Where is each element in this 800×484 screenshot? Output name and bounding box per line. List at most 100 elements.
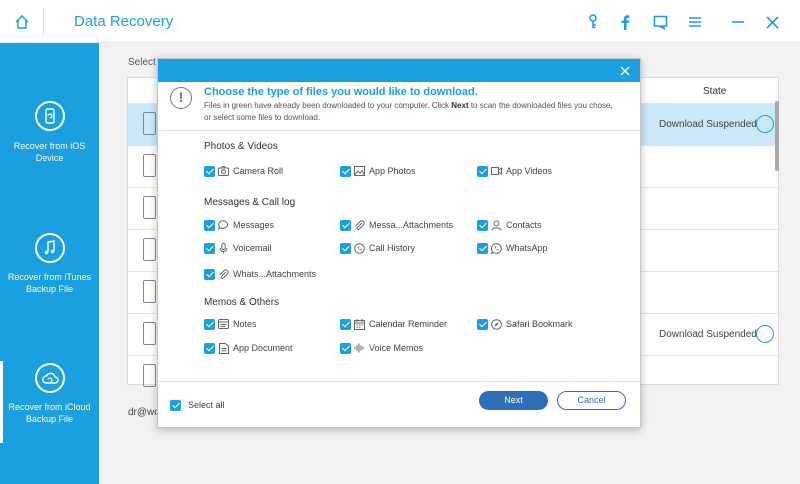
sidebar-item-ios-device[interactable]: Recover from iOS Device xyxy=(0,91,99,211)
option-notes[interactable]: Notes xyxy=(204,317,257,331)
video-icon xyxy=(491,166,502,177)
device-icon xyxy=(143,238,156,261)
checkbox[interactable] xyxy=(204,242,215,254)
compass-icon xyxy=(491,318,502,330)
cancel-button[interactable]: Cancel xyxy=(557,391,626,410)
option-label: Contacts xyxy=(506,220,542,230)
paperclip-icon xyxy=(354,219,365,231)
table-scrollbar[interactable] xyxy=(775,101,779,171)
device-icon xyxy=(143,196,156,219)
option-app-photos[interactable]: App Photos xyxy=(340,164,416,178)
row-state: Download Suspended xyxy=(659,329,757,340)
phone-icon xyxy=(354,242,365,254)
checkbox[interactable] xyxy=(340,242,351,254)
key-icon xyxy=(589,14,597,29)
option-label: Calendar Reminder xyxy=(369,319,448,329)
delete-icon[interactable] xyxy=(756,325,774,343)
contact-icon xyxy=(491,220,502,231)
desc-text: Files in green have already been downloa… xyxy=(204,101,452,110)
delete-icon[interactable] xyxy=(756,115,774,133)
minimize-button[interactable] xyxy=(724,8,752,36)
option-label: Notes xyxy=(233,319,257,329)
menu-icon xyxy=(689,17,701,27)
next-button[interactable]: Next xyxy=(479,391,548,410)
option-whatsapp[interactable]: WhatsApp xyxy=(477,241,548,255)
cloud-icon xyxy=(35,363,65,393)
sidebar-item-icloud-backup[interactable]: Recover from iCloud Backup File xyxy=(0,361,99,481)
menu-button[interactable] xyxy=(681,8,709,36)
select-all-checkbox[interactable]: Select all xyxy=(170,398,225,412)
row-state: Download Suspended xyxy=(659,119,757,130)
sidebar: Recover from iOS Device Recover from iTu… xyxy=(0,43,99,484)
sidebar-item-label: Recover from iOS Device xyxy=(13,141,86,163)
option-voice-memos[interactable]: Voice Memos xyxy=(340,341,423,355)
option-label: Messages xyxy=(233,220,275,230)
checkbox[interactable] xyxy=(477,242,488,254)
option-app-videos[interactable]: App Videos xyxy=(477,164,552,178)
account-email: dr@wo xyxy=(128,407,160,418)
close-icon xyxy=(765,15,779,29)
home-icon xyxy=(14,14,29,29)
close-button[interactable] xyxy=(758,8,786,36)
option-calendar-reminder[interactable]: Calendar Reminder xyxy=(340,317,447,331)
minimize-icon xyxy=(732,21,744,23)
checkbox[interactable] xyxy=(340,219,351,231)
checkbox[interactable] xyxy=(340,342,351,354)
option-call-history[interactable]: Call History xyxy=(340,241,415,255)
dialog-close-button[interactable] xyxy=(616,62,633,79)
device-icon xyxy=(143,112,156,135)
checkbox[interactable] xyxy=(477,219,488,231)
app-title: Data Recovery xyxy=(74,13,174,30)
checkbox[interactable] xyxy=(204,268,215,280)
microphone-icon xyxy=(218,242,229,254)
option-label: App Document xyxy=(233,343,293,353)
option-contacts[interactable]: Contacts xyxy=(477,218,542,232)
checkbox[interactable] xyxy=(204,219,215,231)
checkbox[interactable] xyxy=(477,318,488,330)
paperclip-icon xyxy=(218,268,229,280)
sidebar-item-itunes-backup[interactable]: Recover from iTunes Backup File xyxy=(0,231,99,351)
option-label: Voicemail xyxy=(233,243,272,253)
feedback-button[interactable] xyxy=(646,8,674,36)
checkbox[interactable] xyxy=(340,165,351,177)
whatsapp-icon xyxy=(491,242,502,254)
key-button[interactable] xyxy=(579,8,607,36)
option-label: Voice Memos xyxy=(369,343,424,353)
sidebar-item-label: Recover from iTunes Backup File xyxy=(7,272,92,294)
option-label: Whats...Attachments xyxy=(233,269,317,279)
close-icon xyxy=(620,66,629,75)
option-label: App Photos xyxy=(369,166,416,176)
device-icon xyxy=(143,364,156,387)
dialog-title: Choose the type of files you would like … xyxy=(204,86,478,98)
document-icon xyxy=(218,342,229,354)
option-messages[interactable]: Messages xyxy=(204,218,274,232)
chat-icon xyxy=(653,15,667,30)
waveform-icon xyxy=(354,343,365,354)
option-label: Camera Roll xyxy=(233,166,284,176)
file-type-dialog: ! Choose the type of files you would lik… xyxy=(157,58,641,428)
device-icon xyxy=(143,322,156,345)
option-label: Safari Bookmark xyxy=(506,319,573,329)
sidebar-item-label: Recover from iCloud Backup File xyxy=(8,402,91,424)
option-safari-bookmark[interactable]: Safari Bookmark xyxy=(477,317,573,331)
checkbox[interactable] xyxy=(340,318,351,330)
checkbox[interactable] xyxy=(477,165,488,177)
music-note-icon xyxy=(35,233,65,263)
phone-recover-icon xyxy=(35,101,65,131)
option-camera-roll[interactable]: Camera Roll xyxy=(204,164,283,178)
checkbox[interactable] xyxy=(170,399,181,411)
home-button[interactable] xyxy=(0,0,43,43)
option-app-document[interactable]: App Document xyxy=(204,341,293,355)
checkbox[interactable] xyxy=(204,342,215,354)
facebook-button[interactable] xyxy=(611,8,639,36)
dialog-header xyxy=(158,59,640,82)
checkbox[interactable] xyxy=(204,318,215,330)
checkbox[interactable] xyxy=(204,165,215,177)
option-voicemail[interactable]: Voicemail xyxy=(204,241,272,255)
option-message-attachments[interactable]: Messa...Attachments xyxy=(340,218,453,232)
message-icon xyxy=(218,220,229,231)
option-whatsapp-attachments[interactable]: Whats...Attachments xyxy=(204,267,316,281)
calendar-icon xyxy=(354,318,365,330)
device-icon xyxy=(143,154,156,177)
dialog-description: Files in green have already been downloa… xyxy=(204,100,618,124)
